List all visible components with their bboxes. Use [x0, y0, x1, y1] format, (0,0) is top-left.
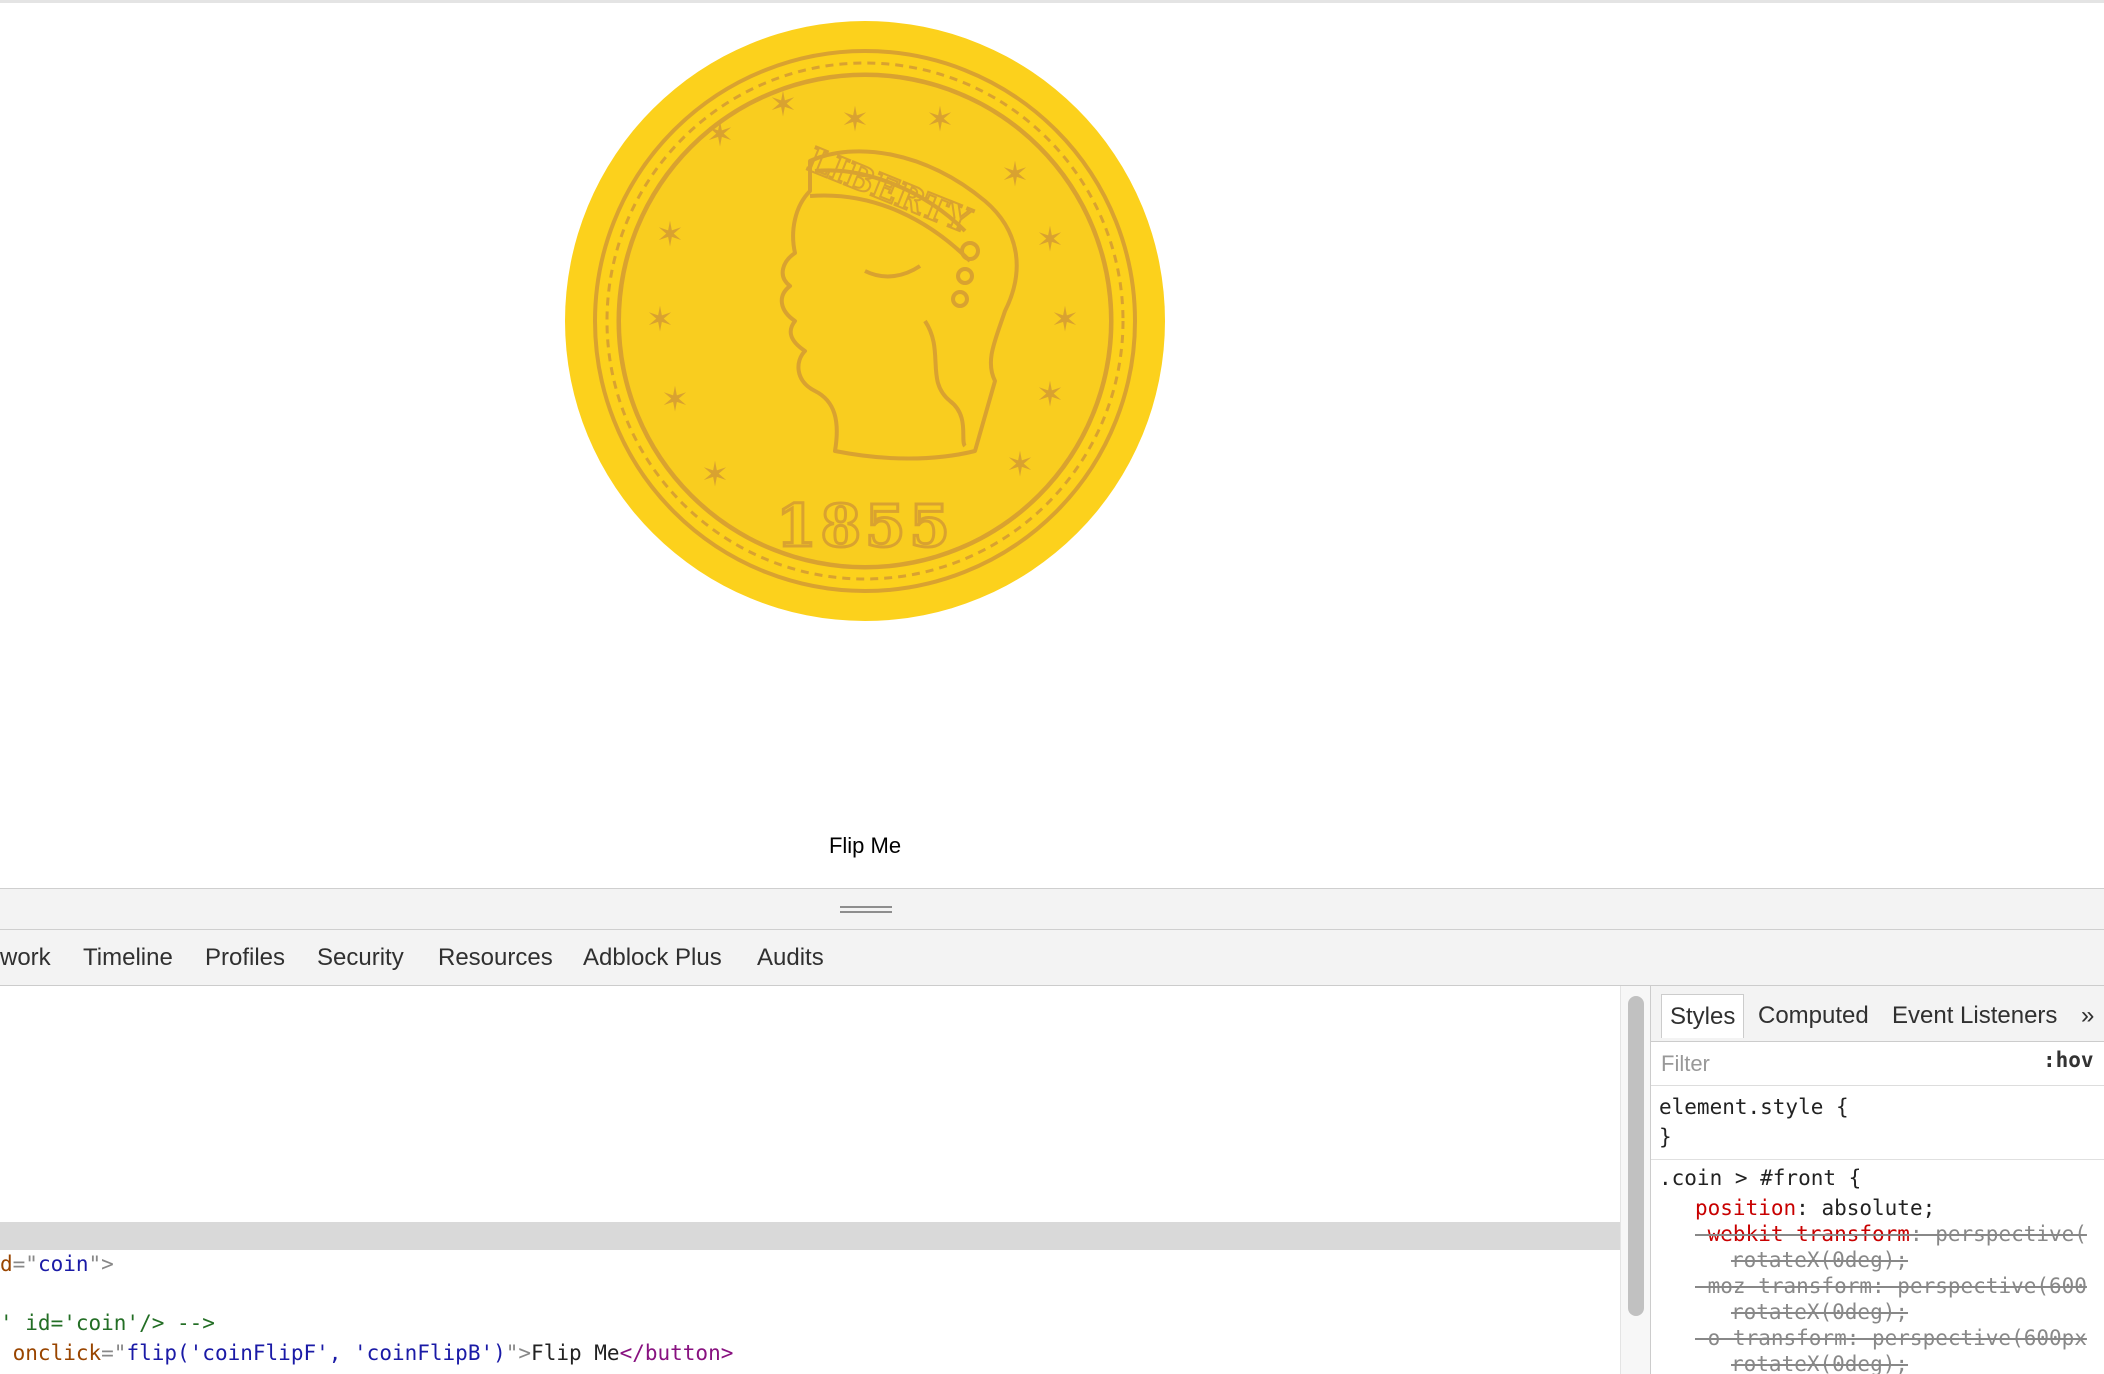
prop-continuation: rotateX(0deg);	[1731, 1352, 1909, 1374]
styles-filter-row: :hov	[1651, 1042, 2104, 1086]
svg-text:✶: ✶	[926, 100, 955, 140]
svg-text:✶: ✶	[1036, 375, 1065, 415]
svg-text:✶: ✶	[769, 85, 798, 125]
element-style-open[interactable]: element.style {	[1659, 1092, 1849, 1122]
prop-value: : perspective(	[1909, 1222, 2087, 1246]
tab-computed[interactable]: Computed	[1758, 994, 1869, 1038]
svg-text:✶: ✶	[841, 100, 870, 140]
attr-close: ">	[88, 1252, 114, 1276]
html-comment: ' id='coin'/> -->	[0, 1311, 215, 1335]
dom-line-div-coin[interactable]: d="coin">	[0, 1249, 114, 1279]
attr-close: ">	[505, 1341, 532, 1365]
tab-styles[interactable]: Styles	[1661, 994, 1745, 1038]
rule-divider	[1651, 1159, 2104, 1160]
sidebar-tab-strip: Styles Computed Event Listeners »	[1651, 986, 2104, 1042]
tab-resources[interactable]: Resources	[438, 930, 553, 985]
prop-name: -o-transform	[1695, 1326, 1847, 1350]
tab-audits[interactable]: Audits	[757, 930, 824, 985]
styles-sidebar: Styles Computed Event Listeners » :hov e…	[1650, 986, 2104, 1374]
flip-me-button[interactable]: Flip Me	[818, 831, 912, 861]
svg-text:✶: ✶	[661, 380, 690, 420]
svg-text:✶: ✶	[656, 215, 685, 255]
elements-tree: d="coin"> ' id='coin'/> --> onclick="fli…	[0, 986, 1620, 1374]
prop-value: : absolute;	[1796, 1196, 1936, 1220]
element-style-close: }	[1659, 1125, 1672, 1149]
selected-node-row[interactable]	[0, 1222, 1620, 1250]
tab-event-listeners[interactable]: Event Listeners	[1892, 994, 2057, 1038]
attr-eq: ="	[12, 1252, 38, 1276]
prop-name: -webkit-transform	[1695, 1222, 1910, 1246]
attr-eq: ="	[101, 1341, 127, 1365]
tab-network[interactable]: work	[0, 930, 51, 985]
more-tabs-icon[interactable]: »	[2081, 994, 2094, 1038]
elements-scrollbar[interactable]	[1620, 986, 1650, 1374]
svg-text:✶: ✶	[701, 455, 730, 495]
devtools-tab-strip: work Timeline Profiles Security Resource…	[0, 930, 2104, 986]
coin-image[interactable]: ✶ ✶ ✶ ✶ ✶ ✶ ✶ ✶ ✶ ✶ ✶ ✶ ✶ LIBERTY 1855	[565, 21, 1165, 621]
svg-text:✶: ✶	[1006, 445, 1035, 485]
attr-name-onclick: onclick	[0, 1341, 102, 1365]
end-tag: </button>	[619, 1341, 734, 1365]
prop-value: : perspective(600px	[1846, 1326, 2087, 1350]
prop-name: position	[1695, 1196, 1797, 1220]
rule-selector[interactable]: .coin > #front {	[1659, 1163, 1861, 1193]
attr-name: d	[0, 1252, 13, 1276]
scrollbar-thumb[interactable]	[1628, 996, 1644, 1316]
hover-state-toggle[interactable]: :hov	[2043, 1048, 2094, 1072]
dom-line-button[interactable]: onclick="flip('coinFlipF', 'coinFlipB')"…	[0, 1338, 734, 1368]
svg-text:✶: ✶	[1036, 220, 1065, 260]
svg-text:✶: ✶	[706, 115, 735, 155]
tab-adblock-plus[interactable]: Adblock Plus	[583, 930, 722, 985]
styles-filter-input[interactable]	[1659, 1046, 2003, 1082]
dom-line-comment[interactable]: ' id='coin'/> -->	[0, 1308, 215, 1338]
coin-year: 1855	[776, 492, 953, 560]
prop-value: : perspective(600	[1872, 1274, 2087, 1298]
button-text: Flip Me	[531, 1341, 620, 1365]
attr-value: coin	[37, 1252, 89, 1276]
svg-text:✶: ✶	[1001, 155, 1030, 195]
devtools-resize-bar[interactable]	[0, 888, 2104, 930]
tab-timeline[interactable]: Timeline	[83, 930, 173, 985]
svg-text:✶: ✶	[646, 300, 675, 340]
resize-grip-icon[interactable]	[840, 906, 892, 914]
prop-name: -moz-transform	[1695, 1274, 1873, 1298]
page-viewport: ✶ ✶ ✶ ✶ ✶ ✶ ✶ ✶ ✶ ✶ ✶ ✶ ✶ LIBERTY 1855 F…	[0, 0, 2104, 888]
svg-text:✶: ✶	[1051, 300, 1080, 340]
tab-profiles[interactable]: Profiles	[205, 930, 285, 985]
attr-value-onclick: flip('coinFlipF', 'coinFlipB')	[126, 1341, 506, 1365]
devtools-panel: work Timeline Profiles Security Resource…	[0, 888, 2104, 1374]
tab-security[interactable]: Security	[317, 930, 404, 985]
